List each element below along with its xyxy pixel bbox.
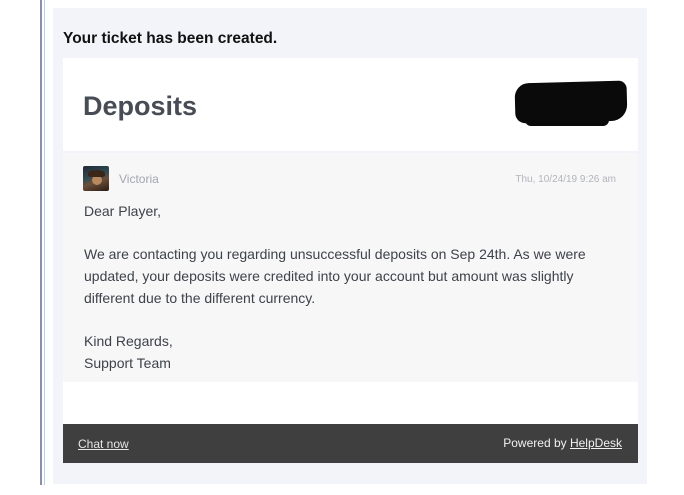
footer-bar: Chat now Powered by HelpDesk [63, 424, 638, 463]
message-body: We are contacting you regarding unsucces… [84, 246, 586, 306]
avatar [83, 166, 109, 191]
powered-by-label: Powered by [503, 436, 567, 450]
sender-name: Victoria [119, 172, 159, 186]
footer-spacer [63, 382, 638, 424]
ticket-header-card: Deposits [63, 58, 638, 151]
chat-now-link[interactable]: Chat now [78, 437, 129, 451]
avatar-hat-icon [88, 170, 105, 177]
message-card: Victoria Thu, 10/24/19 9:26 am Dear Play… [63, 153, 638, 382]
left-border-line-accent [44, 0, 45, 485]
message-timestamp: Thu, 10/24/19 9:26 am [515, 174, 616, 185]
helpdesk-link[interactable]: HelpDesk [570, 436, 622, 450]
email-frame: Your ticket has been created. Deposits V… [53, 8, 647, 484]
ticket-title: Deposits [83, 91, 198, 121]
powered-by-text: Powered by HelpDesk [503, 436, 622, 450]
message-closing: Kind Regards, [84, 333, 173, 349]
ticket-created-notice: Your ticket has been created. [63, 30, 278, 47]
left-border-line [40, 0, 42, 485]
message-greeting: Dear Player, [84, 203, 162, 219]
redacted-logo-tail [525, 114, 609, 126]
message-signature: Support Team [84, 355, 171, 371]
